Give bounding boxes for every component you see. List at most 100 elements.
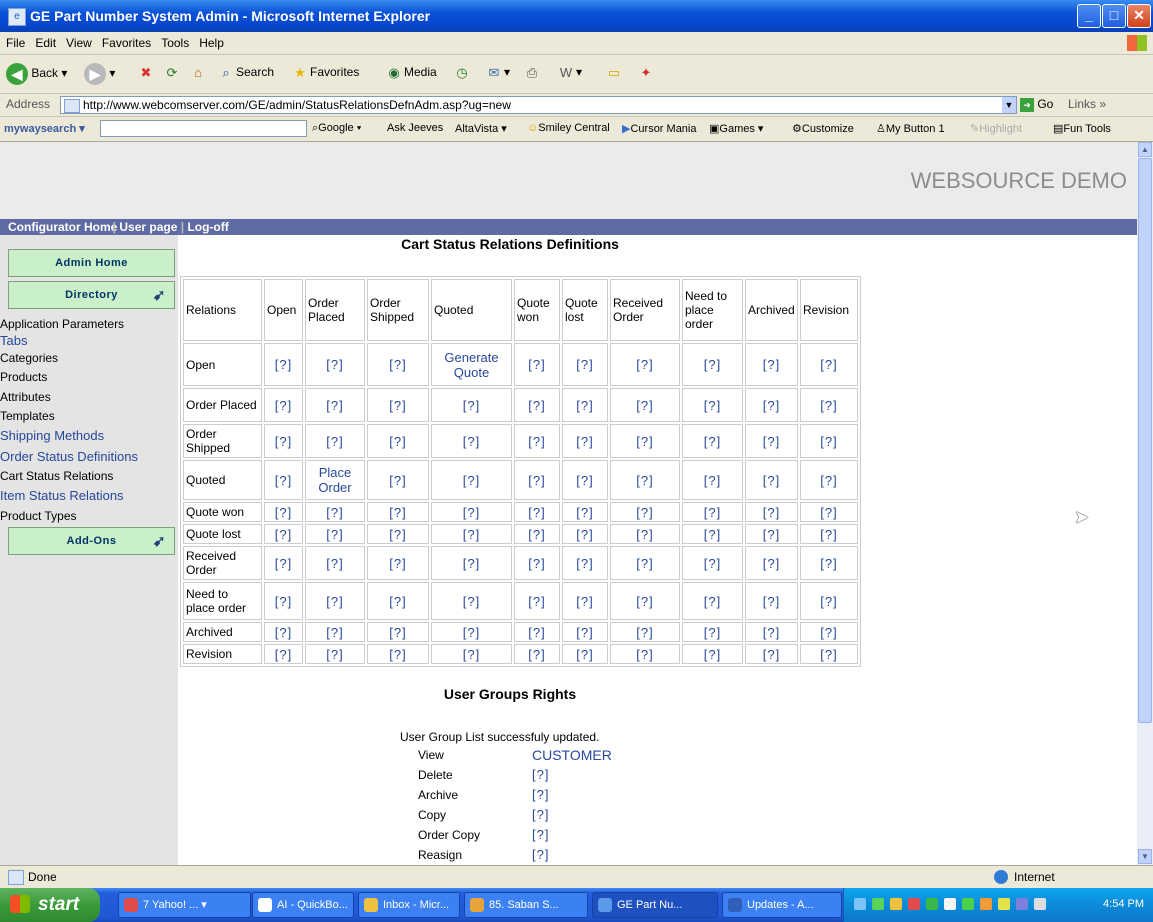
help-link[interactable]: [?]: [610, 460, 680, 500]
help-link[interactable]: [?]: [431, 546, 512, 580]
help-link[interactable]: [?]: [745, 502, 798, 522]
help-link[interactable]: [?]: [610, 502, 680, 522]
relation-action-link[interactable]: Place Order: [305, 460, 365, 500]
task-inbox[interactable]: Inbox - Micr...: [358, 892, 460, 918]
tray-icon-10[interactable]: [1034, 898, 1046, 910]
favorites-button[interactable]: ★ Favorites: [290, 63, 359, 83]
close-button[interactable]: ✕: [1127, 4, 1151, 28]
help-link[interactable]: [?]: [682, 524, 743, 544]
links-button[interactable]: Links »: [1068, 97, 1106, 111]
help-link[interactable]: [?]: [562, 524, 608, 544]
task-saban[interactable]: 85. Saban S...: [464, 892, 588, 918]
help-link[interactable]: [?]: [800, 343, 858, 386]
cursor-mania-button[interactable]: ▶Cursor Mania: [622, 122, 697, 135]
help-link[interactable]: [?]: [431, 622, 512, 642]
help-link[interactable]: [?]: [745, 343, 798, 386]
tray-icon-5[interactable]: [944, 898, 956, 910]
search-button[interactable]: ⌕ Search: [216, 63, 274, 83]
help-link[interactable]: [?]: [514, 343, 560, 386]
help-link[interactable]: [?]: [367, 460, 429, 500]
help-link[interactable]: [?]: [264, 424, 303, 458]
help-link[interactable]: [?]: [532, 847, 549, 862]
refresh-button[interactable]: ⟳: [162, 63, 182, 83]
help-link[interactable]: [?]: [367, 343, 429, 386]
help-link[interactable]: [?]: [514, 460, 560, 500]
help-link[interactable]: [?]: [562, 502, 608, 522]
help-link[interactable]: [?]: [745, 460, 798, 500]
help-link[interactable]: [?]: [682, 388, 743, 422]
help-link[interactable]: [?]: [367, 546, 429, 580]
tray-icon-7[interactable]: [980, 898, 992, 910]
myway-search-input[interactable]: [100, 120, 307, 137]
help-link[interactable]: [?]: [610, 644, 680, 664]
help-link[interactable]: [?]: [514, 546, 560, 580]
help-link[interactable]: [?]: [532, 827, 549, 842]
help-link[interactable]: [?]: [305, 502, 365, 522]
help-link[interactable]: [?]: [610, 582, 680, 620]
scroll-down-icon[interactable]: ▼: [1138, 849, 1152, 864]
help-link[interactable]: [?]: [431, 502, 512, 522]
tray-icon-3[interactable]: [908, 898, 920, 910]
help-link[interactable]: [?]: [431, 424, 512, 458]
help-link[interactable]: [?]: [264, 502, 303, 522]
help-link[interactable]: [?]: [264, 388, 303, 422]
help-link[interactable]: [?]: [264, 644, 303, 664]
help-link[interactable]: [?]: [682, 622, 743, 642]
help-link[interactable]: [?]: [264, 460, 303, 500]
discuss-button[interactable]: ▭: [604, 63, 624, 83]
tray-expand-icon[interactable]: [854, 898, 866, 910]
address-dropdown-icon[interactable]: ▼: [1002, 97, 1016, 113]
help-link[interactable]: [?]: [305, 343, 365, 386]
help-link[interactable]: [?]: [264, 622, 303, 642]
help-link[interactable]: [?]: [532, 807, 549, 822]
help-link[interactable]: [?]: [367, 388, 429, 422]
help-link[interactable]: [?]: [367, 502, 429, 522]
help-link[interactable]: [?]: [514, 582, 560, 620]
home-button[interactable]: ⌂: [188, 63, 208, 83]
altavista-button[interactable]: AltaVista ▾: [455, 122, 507, 135]
help-link[interactable]: [?]: [431, 524, 512, 544]
help-link[interactable]: [?]: [682, 582, 743, 620]
help-link[interactable]: [?]: [800, 502, 858, 522]
help-link[interactable]: [?]: [800, 460, 858, 500]
nav-configurator-home[interactable]: Configurator Home: [8, 220, 117, 234]
sidebar-item-templates[interactable]: Templates: [0, 409, 55, 423]
help-link[interactable]: [?]: [367, 424, 429, 458]
help-link[interactable]: [?]: [562, 388, 608, 422]
help-link[interactable]: [?]: [305, 524, 365, 544]
help-link[interactable]: [?]: [610, 622, 680, 642]
print-button[interactable]: ⎙: [522, 63, 542, 83]
help-link[interactable]: [?]: [682, 343, 743, 386]
sidebar-item-order-status-definitions[interactable]: Order Status Definitions: [0, 449, 138, 464]
help-link[interactable]: [?]: [610, 524, 680, 544]
media-button[interactable]: ◉ Media: [384, 63, 436, 83]
menu-edit[interactable]: Edit: [29, 32, 60, 50]
menu-tools[interactable]: Tools: [155, 32, 193, 50]
scroll-up-icon[interactable]: ▲: [1138, 142, 1152, 157]
tray-icon-9[interactable]: [1016, 898, 1028, 910]
nav-log-off[interactable]: Log-off: [187, 220, 228, 234]
help-link[interactable]: [?]: [305, 424, 365, 458]
help-link[interactable]: [?]: [682, 644, 743, 664]
help-link[interactable]: [?]: [682, 424, 743, 458]
help-link[interactable]: [?]: [305, 546, 365, 580]
help-link[interactable]: [?]: [514, 388, 560, 422]
help-link[interactable]: [?]: [682, 546, 743, 580]
sidebar-item-application-parameters[interactable]: Application Parameters: [0, 317, 124, 331]
help-link[interactable]: [?]: [562, 582, 608, 620]
tray-icon-4[interactable]: [926, 898, 938, 910]
google-button[interactable]: ⌕Google ▾: [312, 122, 361, 135]
back-button[interactable]: ◀ Back ▾: [6, 63, 67, 85]
help-link[interactable]: [?]: [264, 582, 303, 620]
minimize-button[interactable]: _: [1077, 4, 1101, 28]
customize-button[interactable]: ⚙Customize: [792, 122, 854, 135]
task-yahoo[interactable]: 7 Yahoo! ... ▾: [118, 892, 251, 918]
help-link[interactable]: [?]: [305, 622, 365, 642]
tray-icon-6[interactable]: [962, 898, 974, 910]
add-ons-button[interactable]: Add-Ons ➹: [8, 527, 175, 555]
customer-link[interactable]: CUSTOMER: [532, 747, 612, 763]
fun-tools-button[interactable]: ▤Fun Tools: [1053, 122, 1111, 135]
sidebar-item-cart-status-relations[interactable]: Cart Status Relations: [0, 469, 113, 483]
help-link[interactable]: [?]: [682, 502, 743, 522]
scrollbar-thumb[interactable]: [1138, 158, 1152, 723]
